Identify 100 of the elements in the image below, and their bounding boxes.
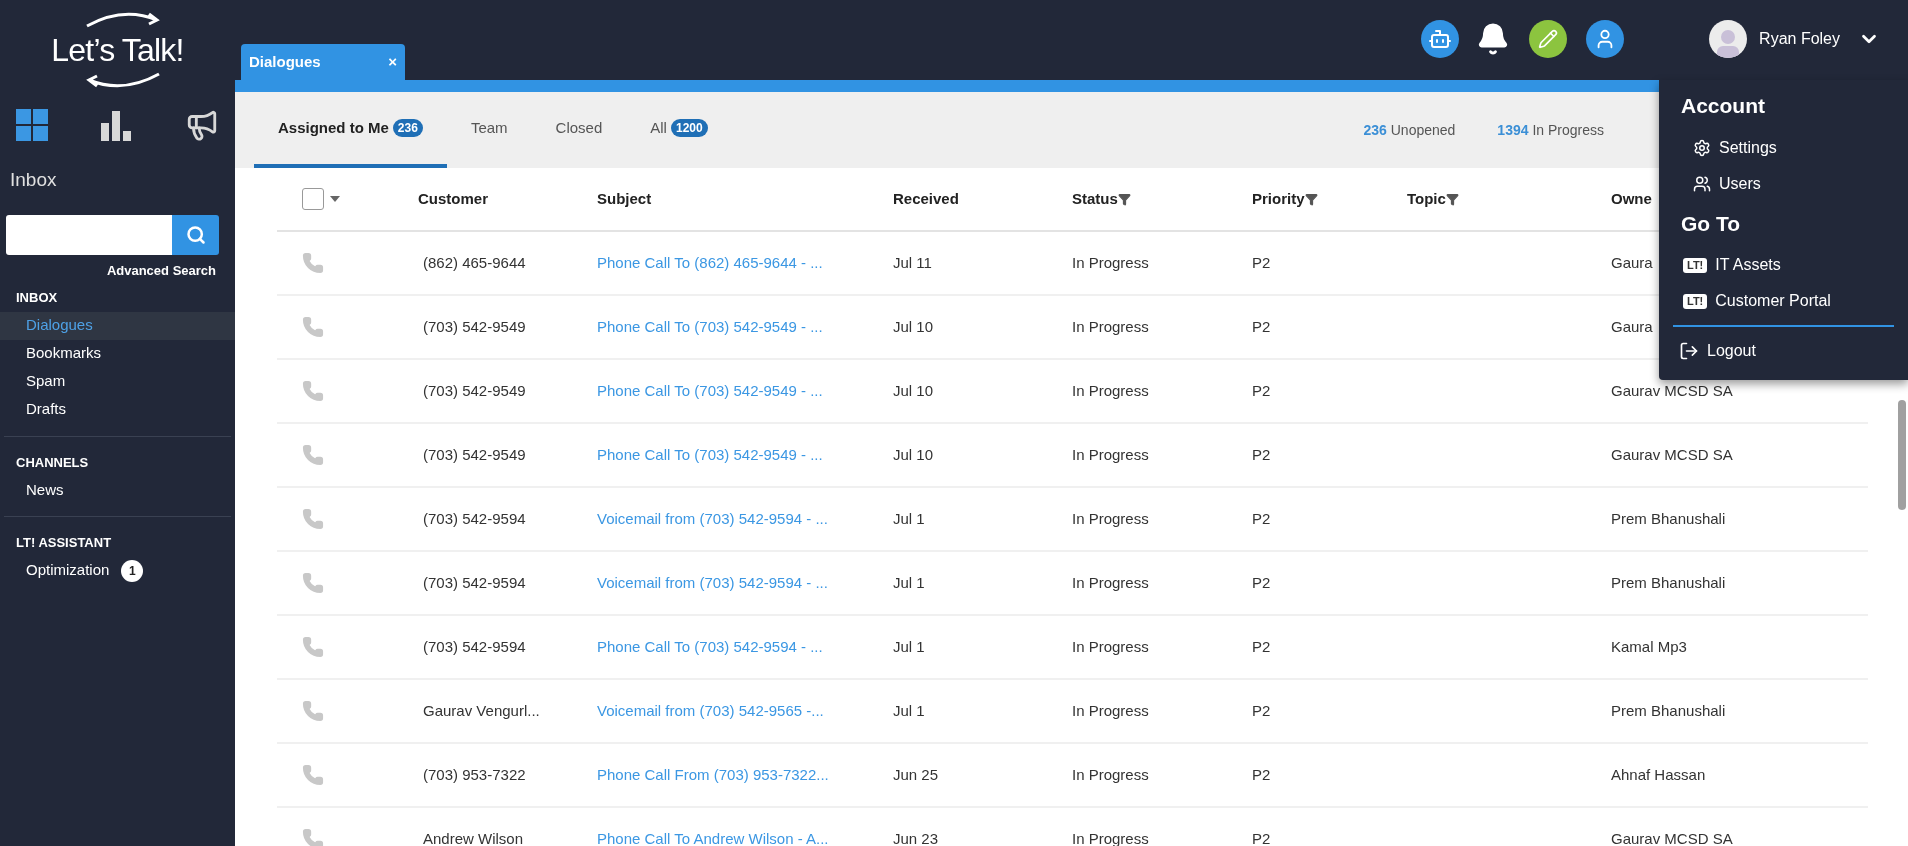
users-icon bbox=[1693, 174, 1711, 193]
table-cell-text: P2 bbox=[1252, 636, 1272, 657]
caret-icon[interactable] bbox=[330, 196, 340, 202]
table-cell-text: In Progress bbox=[1072, 316, 1150, 337]
phone-icon bbox=[302, 252, 324, 274]
filter-icon[interactable] bbox=[1445, 192, 1459, 206]
table-cell-text: In Progress bbox=[1072, 572, 1150, 593]
menu-item[interactable]: LT! IT Assets bbox=[1673, 247, 1894, 283]
scrollbar[interactable] bbox=[1898, 400, 1906, 510]
search-field[interactable] bbox=[6, 214, 172, 255]
phone-icon bbox=[302, 380, 324, 402]
table-cell-text: Gaura bbox=[1611, 316, 1653, 337]
logout-icon bbox=[1679, 341, 1699, 361]
phone-icon bbox=[302, 764, 324, 786]
tab[interactable]: Team bbox=[446, 92, 532, 168]
table-cell-text: Gaurav MCSD SA bbox=[1611, 380, 1733, 401]
tab[interactable]: All 1200 bbox=[626, 92, 732, 168]
table-cell-text: P2 bbox=[1252, 252, 1272, 273]
column-header[interactable]: Received bbox=[893, 187, 959, 211]
count-badge: 1200 bbox=[670, 119, 708, 137]
tab[interactable]: Assigned to Me 236 bbox=[254, 92, 447, 168]
table-cell-text: Kamal Mp3 bbox=[1611, 636, 1687, 657]
sidebar-item[interactable]: Bookmarks bbox=[0, 339, 235, 368]
menu-item[interactable]: LT! Customer Portal bbox=[1673, 283, 1894, 319]
table-cell-text: In Progress bbox=[1072, 252, 1150, 273]
phone-icon bbox=[302, 572, 324, 594]
table-cell-text: Jun 25 bbox=[893, 764, 940, 785]
table-cell-text: Jul 10 bbox=[893, 316, 935, 337]
table-cell-text: Prem Bhanushali bbox=[1611, 572, 1726, 593]
table-cell-text: Prem Bhanushali bbox=[1611, 508, 1726, 529]
table-cell-text: P2 bbox=[1252, 508, 1272, 529]
menu-heading: Go To bbox=[1680, 210, 1742, 237]
phone-icon bbox=[302, 444, 324, 466]
settings-icon bbox=[1693, 138, 1711, 157]
menu-heading: Account bbox=[1680, 93, 1766, 119]
table-cell-text: In Progress bbox=[1072, 828, 1150, 846]
advanced-search-link[interactable]: Advanced Search bbox=[106, 260, 216, 280]
sidebar-item[interactable]: Dialogues bbox=[0, 311, 235, 340]
table-cell-text: Jul 1 bbox=[893, 636, 926, 657]
sidebar-title: Inbox bbox=[9, 168, 58, 192]
table-cell-text: Jul 1 bbox=[893, 572, 926, 593]
logout-item[interactable]: Logout bbox=[1673, 335, 1894, 367]
table-cell-text: P2 bbox=[1252, 316, 1272, 337]
edit-icon[interactable] bbox=[1529, 20, 1568, 58]
sidebar-item[interactable]: Optimization 1 bbox=[4, 556, 231, 585]
table-cell-text: Jul 1 bbox=[893, 508, 926, 529]
robot-icon[interactable] bbox=[1421, 20, 1460, 58]
table-cell-text: P2 bbox=[1252, 572, 1272, 593]
column-header[interactable]: Customer bbox=[418, 187, 488, 211]
sidebar-item[interactable]: Drafts bbox=[0, 395, 235, 424]
user-name[interactable]: Ryan Foley bbox=[1759, 27, 1840, 51]
column-header[interactable]: Priority bbox=[1252, 187, 1318, 211]
column-header[interactable]: Topic bbox=[1407, 187, 1459, 211]
phone-icon bbox=[302, 316, 324, 338]
menu-item[interactable]: Settings bbox=[1673, 129, 1894, 166]
table-cell-text: In Progress bbox=[1072, 508, 1150, 529]
column-header[interactable]: Status bbox=[1072, 187, 1131, 211]
table-cell-text: Jul 10 bbox=[893, 444, 935, 465]
table-cell-text: Prem Bhanushali bbox=[1611, 700, 1726, 721]
sidebar-item[interactable]: News bbox=[4, 476, 231, 504]
section-heading: CHANNELS bbox=[15, 453, 90, 472]
filter-icon[interactable] bbox=[1117, 192, 1131, 206]
filter-icon[interactable] bbox=[1304, 192, 1318, 206]
phone-icon bbox=[302, 700, 324, 722]
table-cell-text: P2 bbox=[1252, 764, 1272, 785]
table-cell-text: In Progress bbox=[1072, 380, 1150, 401]
grid-icon[interactable] bbox=[16, 109, 48, 141]
table-cell-text: In Progress bbox=[1072, 764, 1150, 785]
table-cell-text: Jul 10 bbox=[893, 380, 935, 401]
megaphone-icon[interactable] bbox=[185, 108, 219, 142]
table-cell-text: (703) 542-9594 bbox=[422, 508, 527, 529]
column-header[interactable]: Owne bbox=[1611, 187, 1652, 211]
app-badge: LT! bbox=[1683, 257, 1708, 273]
select-all-checkbox[interactable] bbox=[302, 188, 324, 210]
table-cell-text: Jul 11 bbox=[893, 252, 933, 273]
section-heading: LT! ASSISTANT bbox=[15, 534, 113, 552]
table-cell-text: Jun 23 bbox=[893, 828, 940, 846]
table-cell-text: Andrew Wilson bbox=[422, 828, 525, 846]
stat-count: 1394 In Progress bbox=[1497, 120, 1604, 140]
table-cell-text: (862) 465-9644 bbox=[422, 252, 527, 273]
logo[interactable]: Let’s Talk! bbox=[43, 10, 192, 90]
table-cell-text: Ahnaf Hassan bbox=[1611, 764, 1706, 785]
section-heading: INBOX bbox=[15, 289, 59, 307]
table-cell-text: In Progress bbox=[1072, 700, 1150, 721]
avatar[interactable] bbox=[1709, 20, 1748, 58]
search-button[interactable] bbox=[172, 214, 219, 255]
table-cell-text: Gaura bbox=[1611, 252, 1653, 273]
phone-icon bbox=[302, 636, 324, 658]
table-cell-text: (703) 542-9549 bbox=[422, 316, 527, 337]
person-icon[interactable] bbox=[1586, 20, 1625, 58]
bar-chart-icon[interactable] bbox=[100, 109, 133, 141]
phone-icon bbox=[302, 828, 324, 846]
column-header[interactable]: Subject bbox=[597, 187, 652, 211]
phone-icon bbox=[302, 508, 324, 530]
tab[interactable]: Closed bbox=[531, 92, 627, 168]
table-cell-text: (703) 542-9594 bbox=[422, 636, 527, 657]
table-cell-text: Gaurav MCSD SA bbox=[1611, 828, 1733, 846]
table-cell-text: In Progress bbox=[1072, 636, 1150, 657]
sidebar-item[interactable]: Spam bbox=[0, 367, 235, 396]
menu-item[interactable]: Users bbox=[1673, 165, 1894, 202]
